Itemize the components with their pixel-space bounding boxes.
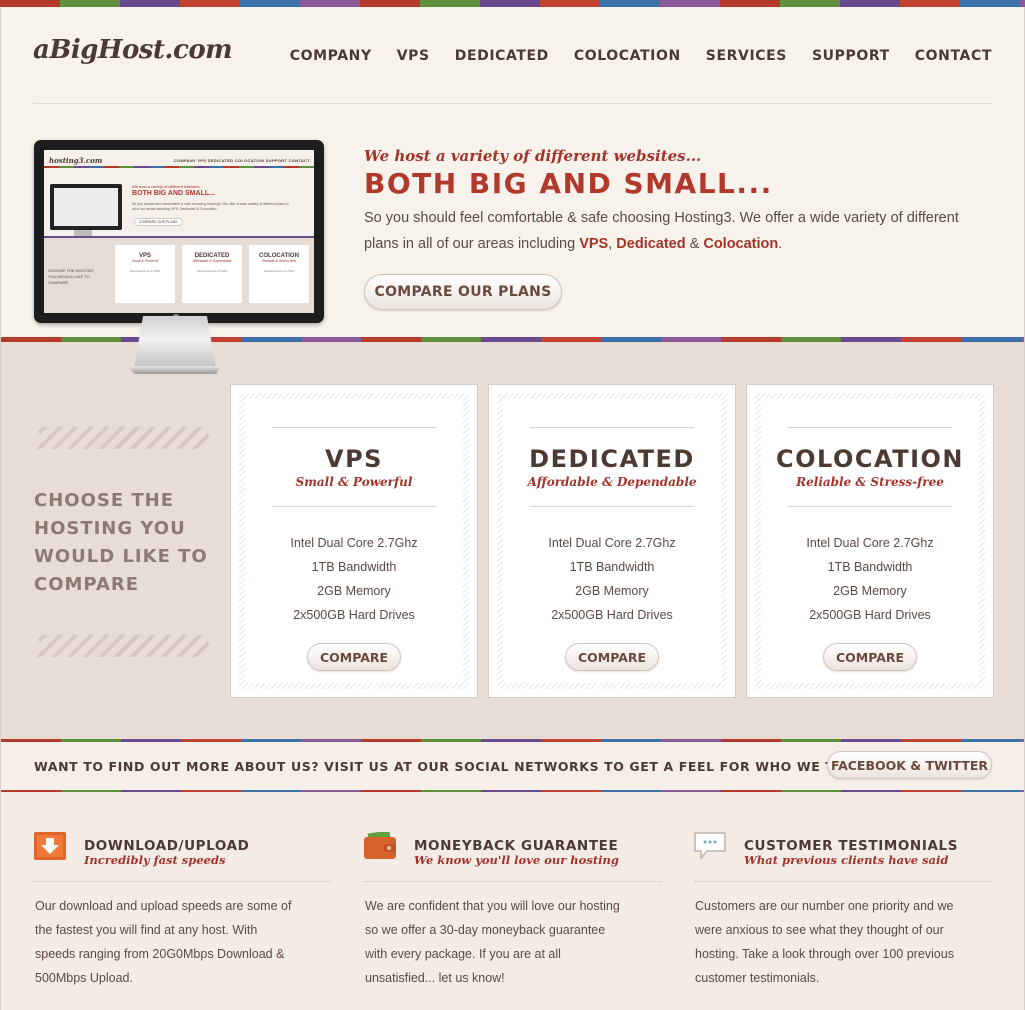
feature-body: We are confident that you will love our … <box>365 899 620 985</box>
site-logo[interactable]: aBigHost.com <box>33 35 233 65</box>
screen-button: COMPARE OUR PLANS <box>134 218 183 226</box>
nav-dedicated[interactable]: DEDICATED <box>455 48 549 64</box>
screen-card-dedicated: DEDICATED Affordable & Dependable Intel … <box>181 244 243 304</box>
plan-card-vps: VPS Small & Powerful Intel Dual Core 2.7… <box>230 384 478 698</box>
feature-title: MONEYBACK GUARANTEE <box>414 838 619 854</box>
intro-sep: & <box>685 236 704 252</box>
feature-body: Our download and upload speeds are some … <box>35 899 292 985</box>
compare-band: CHOOSE THE HOSTING YOU WOULD LIKE TO COM… <box>0 337 1025 739</box>
screen-stripe <box>44 166 314 168</box>
plan-title: DEDICATED <box>529 445 695 473</box>
compare-vps-button[interactable]: COMPARE <box>307 643 401 671</box>
chevron-decoration-icon <box>35 427 211 449</box>
main-nav: COMPANY VPS DEDICATED COLOCATION SERVICE… <box>265 48 992 64</box>
spec-item: 1TB Bandwidth <box>311 560 397 574</box>
screen-headline: BOTH BIG AND SMALL... <box>132 190 215 197</box>
link-dedicated[interactable]: Dedicated <box>616 236 685 252</box>
spec-item: 2x500GB Hard Drives <box>809 608 931 622</box>
screen-card-subtitle: Small & Powerful <box>131 259 159 263</box>
screen-logo: hosting3.com <box>49 156 103 165</box>
spec-item: 2GB Memory <box>833 584 907 598</box>
social-text: WANT TO FIND OUT MORE ABOUT US? VISIT US… <box>34 759 912 774</box>
features-section: DOWNLOAD/UPLOAD Incredibly fast speeds O… <box>0 792 1025 1010</box>
screen-card-vps: VPS Small & Powerful Intel Dual Core 2.7… <box>114 244 176 304</box>
feature-subtitle: What previous clients have said <box>744 853 949 867</box>
plan-specs: Intel Dual Core 2.7Ghz 1TB Bandwidth 2GB… <box>245 531 463 627</box>
screen-text: So you should feel comfortable & safe ch… <box>132 202 289 211</box>
monitor-screen: hosting3.com COMPANY VPS DEDICATED COLOC… <box>44 150 314 313</box>
plan-card-colocation: COLOCATION Reliable & Stress-free Intel … <box>746 384 994 698</box>
hero-intro: So you should feel comfortable & safe ch… <box>364 205 994 257</box>
speech-bubble-icon <box>694 832 726 860</box>
screen-card-spec: Intel Dual Core 2.7Ghz <box>129 269 161 273</box>
header-divider <box>33 103 992 104</box>
spec-item: 2x500GB Hard Drives <box>551 608 673 622</box>
nav-company[interactable]: COMPANY <box>290 48 372 64</box>
screen-nav: COMPANY VPS DEDICATED COLOCATION SUPPORT… <box>173 158 310 163</box>
screen-monitor <box>50 184 122 230</box>
screen-tagline: We host a variety of different websites.… <box>132 184 203 189</box>
plan-card-dedicated: DEDICATED Affordable & Dependable Intel … <box>488 384 736 698</box>
spec-item: 1TB Bandwidth <box>569 560 655 574</box>
plan-subtitle: Affordable & Dependable <box>527 475 697 489</box>
top-color-stripe <box>0 0 1025 7</box>
plan-subtitle: Small & Powerful <box>295 475 413 489</box>
compare-our-plans-button[interactable]: COMPARE OUR PLANS <box>364 274 562 310</box>
screen-card-subtitle: Affordable & Dependable <box>192 259 232 263</box>
screen-choose: CHOOSE THE HOSTING YOU WOULD LIKE TO COM… <box>48 268 94 285</box>
spec-item: 2GB Memory <box>575 584 649 598</box>
intro-end: . <box>778 236 783 252</box>
link-vps[interactable]: VPS <box>579 236 608 252</box>
feature-subtitle: Incredibly fast speeds <box>84 853 226 867</box>
feature-title: CUSTOMER TESTIMONIALS <box>744 838 959 854</box>
screen-card-subtitle: Reliable & Stress-free <box>261 259 297 263</box>
compare-dedicated-button[interactable]: COMPARE <box>565 643 659 671</box>
plan-specs: Intel Dual Core 2.7Ghz 1TB Bandwidth 2GB… <box>761 531 979 627</box>
monitor-base <box>130 366 220 374</box>
plan-title: VPS <box>325 445 383 473</box>
chevron-decoration-icon <box>35 635 211 657</box>
feature-body: Customers are our number one priority an… <box>695 899 954 985</box>
spec-item: Intel Dual Core 2.7Ghz <box>548 536 676 550</box>
nav-vps[interactable]: VPS <box>397 48 430 64</box>
spec-item: 2x500GB Hard Drives <box>293 608 415 622</box>
nav-colocation[interactable]: COLOCATION <box>574 48 681 64</box>
compare-heading: CHOOSE THE HOSTING YOU WOULD LIKE TO COM… <box>34 490 208 595</box>
monitor-image: hosting3.com COMPANY VPS DEDICATED COLOC… <box>34 140 324 323</box>
facebook-twitter-button[interactable]: FACEBOOK & TWITTER <box>827 751 992 779</box>
header: aBigHost.com COMPANY VPS DEDICATED COLOC… <box>0 7 1025 337</box>
wallet-icon <box>364 832 396 860</box>
feature-subtitle: We know you'll love our hosting <box>414 853 619 867</box>
plan-title: COLOCATION <box>776 445 964 473</box>
screen-card-spec: Intel Dual Core 2.7Ghz <box>263 269 295 273</box>
feature-title: DOWNLOAD/UPLOAD <box>84 838 250 854</box>
screen-card-spec: Intel Dual Core 2.7Ghz <box>196 269 228 273</box>
nav-support[interactable]: SUPPORT <box>812 48 890 64</box>
hero-tagline: We host a variety of different websites.… <box>364 147 702 165</box>
social-bar: WANT TO FIND OUT MORE ABOUT US? VISIT US… <box>0 739 1025 792</box>
hero-headline: BOTH BIG AND SMALL... <box>364 167 773 200</box>
plan-specs: Intel Dual Core 2.7Ghz 1TB Bandwidth 2GB… <box>503 531 721 627</box>
spec-item: 1TB Bandwidth <box>827 560 913 574</box>
link-colocation[interactable]: Colocation <box>703 236 778 252</box>
social-color-stripe <box>1 739 1024 742</box>
spec-item: Intel Dual Core 2.7Ghz <box>290 536 418 550</box>
plan-subtitle: Reliable & Stress-free <box>796 475 944 489</box>
compare-colocation-button[interactable]: COMPARE <box>823 643 917 671</box>
screen-card-colocation: COLOCATION Reliable & Stress-free Intel … <box>248 244 310 304</box>
nav-services[interactable]: SERVICES <box>706 48 787 64</box>
nav-contact[interactable]: CONTACT <box>915 48 992 64</box>
spec-item: 2GB Memory <box>317 584 391 598</box>
download-icon <box>34 832 66 860</box>
spec-item: Intel Dual Core 2.7Ghz <box>806 536 934 550</box>
